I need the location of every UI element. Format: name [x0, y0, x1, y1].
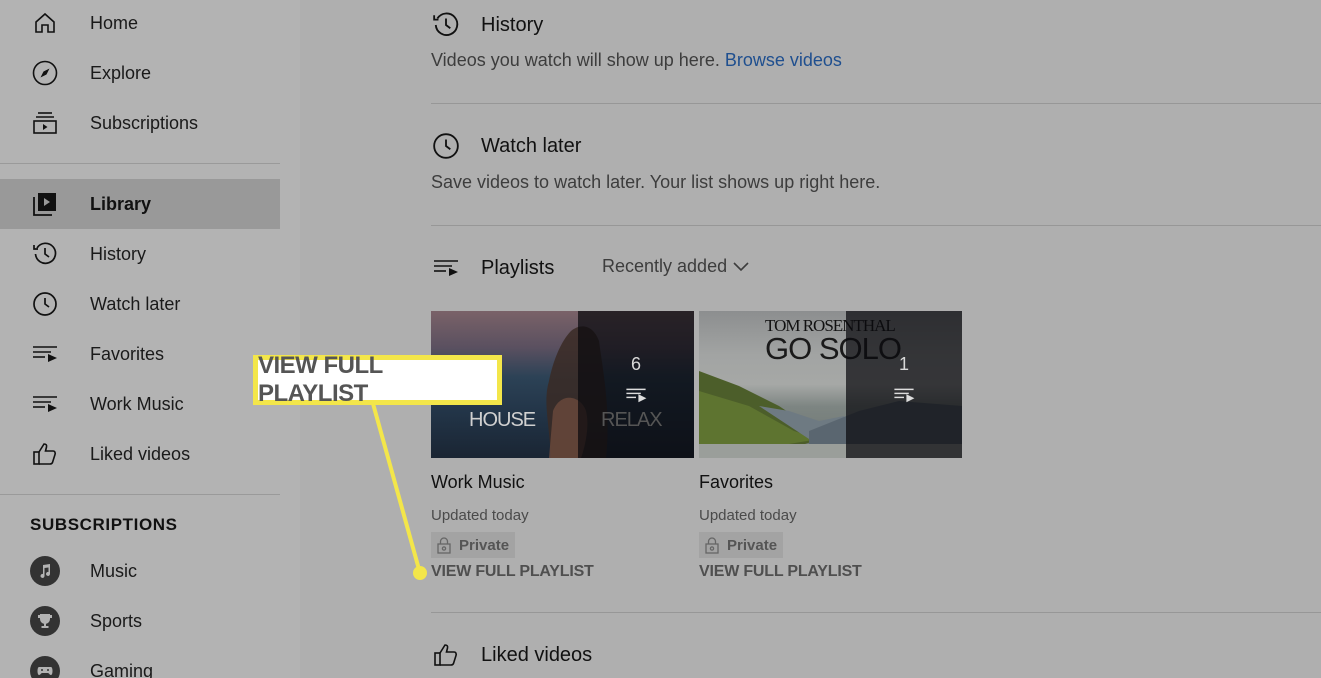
- sidebar-divider: [0, 494, 280, 495]
- compass-icon: [30, 58, 60, 88]
- playlist-card: TOM ROSENTHAL GO SOLO 1 Favorites Update…: [699, 311, 962, 581]
- sidebar-item-liked-videos[interactable]: Liked videos: [0, 429, 280, 479]
- privacy-badge: Private: [431, 532, 516, 558]
- view-full-playlist-link[interactable]: VIEW FULL PLAYLIST: [699, 563, 962, 581]
- home-icon: [30, 8, 60, 38]
- sort-label: Recently added: [602, 256, 728, 276]
- sidebar-item-label: Gaming: [90, 660, 154, 678]
- privacy-label: Private: [727, 536, 778, 554]
- video-count: 1: [898, 354, 909, 374]
- video-count: 6: [630, 354, 641, 374]
- chevron-down-icon: [733, 261, 749, 271]
- playlist-icon: [30, 339, 60, 369]
- channel-avatar: [30, 606, 60, 636]
- section-divider: [431, 103, 1321, 104]
- liked-videos-section-header[interactable]: Liked videos: [431, 640, 592, 670]
- channel-avatar: [30, 556, 60, 586]
- history-icon: [431, 10, 461, 40]
- lock-icon: [437, 536, 451, 554]
- sidebar-divider: [0, 163, 280, 164]
- gamepad-icon: [30, 656, 60, 678]
- playlist-icon: [894, 388, 915, 403]
- subscriptions-heading: SUBSCRIPTIONS: [30, 515, 178, 534]
- clock-icon: [431, 131, 461, 161]
- sidebar-item-label: Liked videos: [90, 443, 191, 464]
- sidebar-item-favorites[interactable]: Favorites: [0, 329, 280, 379]
- privacy-label: Private: [459, 536, 510, 554]
- thumbnail-text: RELAX: [601, 409, 663, 431]
- sidebar-item-label: Music: [90, 560, 138, 581]
- playlists-section-header[interactable]: Playlists: [431, 253, 554, 283]
- liked-videos-title: Liked videos: [481, 643, 593, 666]
- thumbs-up-icon: [30, 439, 60, 469]
- sidebar-item-history[interactable]: History: [0, 229, 280, 279]
- thumbs-up-icon: [431, 640, 461, 670]
- sidebar-item-label: Favorites: [90, 343, 165, 364]
- playlist-icon: [431, 253, 461, 283]
- playlists-title: Playlists: [481, 256, 555, 279]
- sidebar: Home Explore Subscriptions Library Histo…: [0, 0, 300, 678]
- lock-icon: [705, 536, 719, 554]
- playlist-title[interactable]: Work Music: [431, 472, 694, 493]
- playlist-count-overlay: 1: [846, 311, 962, 458]
- playlist-title[interactable]: Favorites: [699, 472, 962, 493]
- sidebar-item-label: Watch later: [90, 293, 181, 314]
- sidebar-item-label: Work Music: [90, 393, 184, 414]
- watch-later-title: Watch later: [481, 134, 582, 157]
- sidebar-item-explore[interactable]: Explore: [0, 48, 280, 98]
- sort-dropdown[interactable]: Recently added: [602, 256, 749, 277]
- music-note-icon: [30, 556, 60, 586]
- sidebar-item-label: Library: [90, 193, 152, 214]
- thumbnail-text: HOUSE: [469, 409, 536, 431]
- view-full-playlist-link[interactable]: VIEW FULL PLAYLIST: [431, 563, 694, 581]
- sidebar-item-home[interactable]: Home: [0, 0, 280, 48]
- history-description: Videos you watch will show up here. Brow…: [431, 50, 842, 71]
- sidebar-item-gaming[interactable]: Gaming: [0, 646, 280, 678]
- subscriptions-icon: [30, 108, 60, 138]
- sidebar-item-subscriptions[interactable]: Subscriptions: [0, 98, 280, 148]
- playlist-updated: Updated today: [699, 507, 797, 524]
- privacy-badge: Private: [699, 532, 784, 558]
- watch-later-description: Save videos to watch later. Your list sh…: [431, 172, 881, 192]
- playlist-updated: Updated today: [431, 507, 529, 524]
- sidebar-item-label: History: [90, 243, 147, 264]
- sidebar-item-sports[interactable]: Sports: [0, 596, 280, 646]
- playlist-icon: [30, 389, 60, 419]
- sidebar-item-label: Subscriptions: [90, 112, 199, 133]
- library-main: History Videos you watch will show up he…: [300, 0, 1321, 678]
- library-icon: [30, 189, 60, 219]
- sidebar-item-music[interactable]: Music: [0, 546, 280, 596]
- channel-avatar: [30, 656, 60, 678]
- sidebar-item-label: Explore: [90, 62, 152, 83]
- sidebar-item-label: Sports: [90, 610, 143, 631]
- section-divider: [431, 225, 1321, 226]
- playlist-count-overlay: 6: [578, 311, 694, 458]
- sidebar-item-label: Home: [90, 12, 139, 33]
- playlist-icon: [626, 388, 647, 403]
- history-description-text: Videos you watch will show up here.: [431, 50, 720, 70]
- trophy-icon: [30, 606, 60, 636]
- browse-videos-link[interactable]: Browse videos: [725, 50, 842, 70]
- history-section-header[interactable]: History: [431, 10, 543, 40]
- history-title: History: [481, 13, 544, 36]
- sidebar-item-watch-later[interactable]: Watch later: [0, 279, 280, 329]
- history-icon: [30, 239, 60, 269]
- sidebar-item-library[interactable]: Library: [0, 179, 280, 229]
- section-divider: [431, 612, 1321, 613]
- callout-label: VIEW FULL PLAYLIST: [253, 352, 502, 407]
- playlist-thumbnail[interactable]: TOM ROSENTHAL GO SOLO 1: [699, 311, 962, 458]
- clock-icon: [30, 289, 60, 319]
- watch-later-section-header[interactable]: Watch later: [431, 131, 581, 161]
- sidebar-item-work-music[interactable]: Work Music: [0, 379, 280, 429]
